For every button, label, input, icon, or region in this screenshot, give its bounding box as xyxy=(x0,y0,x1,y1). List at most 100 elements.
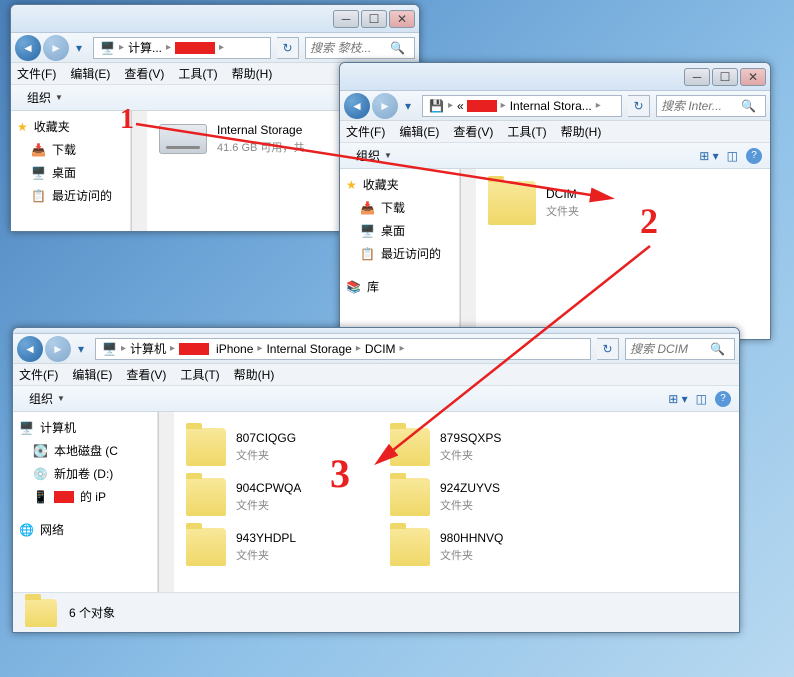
address-bar[interactable]: 🖥️▸ 计算...▸ ▸ xyxy=(93,37,271,59)
menu-view[interactable]: 查看(V) xyxy=(453,123,493,140)
sidebar-recent[interactable]: 📋最近访问的 xyxy=(11,184,130,207)
breadcrumb-dcim[interactable]: DCIM xyxy=(361,342,400,356)
folder-type: 文件夹 xyxy=(440,497,500,513)
search-box[interactable]: 🔍 xyxy=(625,338,735,360)
sidebar-desktop[interactable]: 🖥️桌面 xyxy=(340,219,459,242)
drive-name: Internal Storage xyxy=(217,123,304,137)
organize-button[interactable]: 组织 ▼ xyxy=(19,87,71,108)
sidebar-favorites[interactable]: ★收藏夹 xyxy=(340,173,459,196)
back-button[interactable]: ◄ xyxy=(15,35,41,61)
folder-item[interactable]: 943YHDPL文件夹 xyxy=(182,524,382,570)
sidebar-downloads[interactable]: 📥下载 xyxy=(11,138,130,161)
maximize-button[interactable]: ☐ xyxy=(361,10,387,28)
back-button[interactable]: ◄ xyxy=(17,336,43,362)
folder-item[interactable]: 807CIQGG文件夹 xyxy=(182,424,382,470)
menu-tools[interactable]: 工具(T) xyxy=(180,366,219,383)
sidebar-network[interactable]: 🌐网络 xyxy=(13,518,157,541)
search-input[interactable] xyxy=(661,99,741,113)
menu-view[interactable]: 查看(V) xyxy=(126,366,166,383)
breadcrumb-computer[interactable]: 计算机 xyxy=(126,340,170,357)
breadcrumb-redacted[interactable]: iPhone xyxy=(175,342,257,356)
folder-item[interactable]: 980HHNVQ文件夹 xyxy=(386,524,586,570)
breadcrumb-computer-icon[interactable]: 🖥️ xyxy=(98,342,121,356)
breadcrumb-redacted[interactable] xyxy=(171,42,219,54)
forward-button[interactable]: ► xyxy=(372,93,398,119)
menu-tools[interactable]: 工具(T) xyxy=(507,123,546,140)
sidebar-computer[interactable]: 🖥️计算机 xyxy=(13,416,157,439)
sidebar-iphone[interactable]: 📱的 iP xyxy=(13,485,157,508)
sidebar-desktop[interactable]: 🖥️桌面 xyxy=(11,161,130,184)
sidebar-libraries[interactable]: 📚库 xyxy=(340,275,459,298)
preview-pane-icon[interactable]: ◫ xyxy=(727,149,738,163)
folder-item[interactable]: 879SQXPS文件夹 xyxy=(386,424,586,470)
menu-view[interactable]: 查看(V) xyxy=(124,65,164,82)
help-icon[interactable]: ? xyxy=(715,391,731,407)
refresh-button[interactable]: ↻ xyxy=(597,338,619,360)
status-folder-icon xyxy=(25,599,57,627)
minimize-button[interactable]: ─ xyxy=(684,68,710,86)
menu-help[interactable]: 帮助(H) xyxy=(561,123,602,140)
organize-button[interactable]: 组织 ▼ xyxy=(348,145,400,166)
disk-icon: 💿 xyxy=(33,467,48,481)
forward-button[interactable]: ► xyxy=(43,35,69,61)
sidebar-downloads[interactable]: 📥下载 xyxy=(340,196,459,219)
menu-help[interactable]: 帮助(H) xyxy=(232,65,273,82)
history-dropdown[interactable]: ▾ xyxy=(73,339,89,359)
menu-edit[interactable]: 编辑(E) xyxy=(70,65,110,82)
help-icon[interactable]: ? xyxy=(746,148,762,164)
breadcrumb-computer-icon[interactable]: 🖥️ xyxy=(96,41,119,55)
view-options-icon[interactable]: ⊞ ▾ xyxy=(668,392,687,406)
search-box[interactable]: 🔍 xyxy=(305,37,415,59)
menu-file[interactable]: 文件(F) xyxy=(19,366,58,383)
titlebar[interactable]: ─ ☐ ✕ xyxy=(11,5,419,33)
search-input[interactable] xyxy=(310,41,390,55)
menu-file[interactable]: 文件(F) xyxy=(17,65,56,82)
sidebar-scrollbar[interactable] xyxy=(158,412,174,592)
folder-item-dcim[interactable]: DCIM 文件夹 xyxy=(484,177,724,229)
menu-edit[interactable]: 编辑(E) xyxy=(72,366,112,383)
sidebar-scrollbar[interactable] xyxy=(460,169,476,339)
status-text: 6 个对象 xyxy=(69,604,115,621)
address-bar[interactable]: 💾▸ « ▸ Internal Stora...▸ xyxy=(422,95,622,117)
sidebar-favorites[interactable]: ★收藏夹 xyxy=(11,115,130,138)
refresh-button[interactable]: ↻ xyxy=(628,95,650,117)
folder-item[interactable]: 924ZUYVS文件夹 xyxy=(386,474,586,520)
back-button[interactable]: ◄ xyxy=(344,93,370,119)
breadcrumb-internal-storage[interactable]: Internal Stora... xyxy=(506,99,596,113)
history-dropdown[interactable]: ▾ xyxy=(71,38,87,58)
minimize-button[interactable]: ─ xyxy=(333,10,359,28)
menu-edit[interactable]: 编辑(E) xyxy=(399,123,439,140)
breadcrumb-drive-icon[interactable]: 💾 xyxy=(425,99,448,113)
sidebar-recent[interactable]: 📋最近访问的 xyxy=(340,242,459,265)
menu-help[interactable]: 帮助(H) xyxy=(234,366,275,383)
sidebar-new-volume[interactable]: 💿新加卷 (D:) xyxy=(13,462,157,485)
breadcrumb-computer[interactable]: 计算... xyxy=(124,39,166,56)
close-button[interactable]: ✕ xyxy=(740,68,766,86)
folder-icon xyxy=(186,428,226,466)
folder-type: 文件夹 xyxy=(546,203,579,219)
search-icon: 🔍 xyxy=(741,99,756,113)
close-button[interactable]: ✕ xyxy=(389,10,415,28)
refresh-button[interactable]: ↻ xyxy=(277,37,299,59)
organize-button[interactable]: 组织 ▼ xyxy=(21,388,73,409)
device-icon: 📱 xyxy=(33,490,48,504)
sidebar-scrollbar[interactable] xyxy=(131,111,147,231)
breadcrumb-internal-storage[interactable]: Internal Storage xyxy=(262,342,355,356)
search-input[interactable] xyxy=(630,342,710,356)
sidebar-local-disk[interactable]: 💽本地磁盘 (C xyxy=(13,439,157,462)
content-area: ★收藏夹 📥下载 🖥️桌面 📋最近访问的 📚库 DCIM 文件夹 xyxy=(340,169,770,339)
breadcrumb-redacted[interactable]: « xyxy=(453,99,501,113)
search-box[interactable]: 🔍 xyxy=(656,95,766,117)
titlebar[interactable]: ─ ☐ ✕ xyxy=(340,63,770,91)
maximize-button[interactable]: ☐ xyxy=(712,68,738,86)
menu-tools[interactable]: 工具(T) xyxy=(178,65,217,82)
folder-item[interactable]: 904CPWQA文件夹 xyxy=(182,474,382,520)
forward-button[interactable]: ► xyxy=(45,336,71,362)
recent-icon: 📋 xyxy=(31,189,46,203)
menu-file[interactable]: 文件(F) xyxy=(346,123,385,140)
history-dropdown[interactable]: ▾ xyxy=(400,96,416,116)
preview-pane-icon[interactable]: ◫ xyxy=(696,392,707,406)
address-bar[interactable]: 🖥️▸ 计算机▸ iPhone▸ Internal Storage▸ DCIM▸ xyxy=(95,338,591,360)
folder-name: 943YHDPL xyxy=(236,531,296,545)
view-options-icon[interactable]: ⊞ ▾ xyxy=(699,149,718,163)
